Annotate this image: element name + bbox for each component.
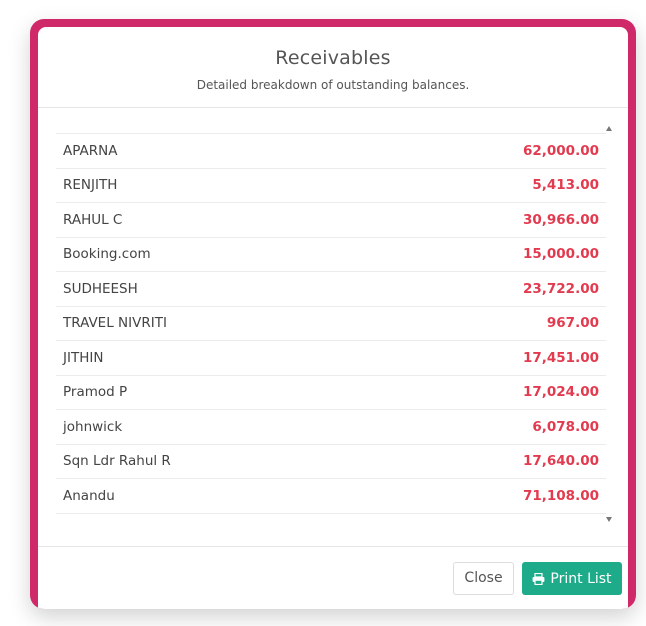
receivables-list: APARNA 62,000.00 RENJITH 5,413.00 RAHUL … bbox=[56, 133, 606, 514]
list-item: johnwick 6,078.00 bbox=[56, 410, 606, 445]
list-item: Sqn Ldr Rahul R 17,640.00 bbox=[56, 445, 606, 479]
customer-name: JITHIN bbox=[63, 349, 104, 366]
list-item: RENJITH 5,413.00 bbox=[56, 169, 606, 203]
receivables-list-scroll[interactable]: APARNA 62,000.00 RENJITH 5,413.00 RAHUL … bbox=[56, 126, 616, 546]
outstanding-amount: 5,413.00 bbox=[532, 177, 599, 194]
print-list-label: Print List bbox=[550, 570, 612, 587]
modal-title: Receivables bbox=[275, 47, 391, 69]
list-item: Pramod P 17,024.00 bbox=[56, 376, 606, 410]
modal-frame: Receivables Detailed breakdown of outsta… bbox=[30, 19, 636, 609]
scroll-up-arrow-icon[interactable] bbox=[606, 126, 612, 131]
outstanding-amount: 17,451.00 bbox=[522, 349, 599, 366]
customer-name: Pramod P bbox=[63, 384, 128, 401]
list-item: JITHIN 17,451.00 bbox=[56, 341, 606, 376]
outstanding-amount: 6,078.00 bbox=[532, 418, 599, 435]
outstanding-amount: 17,024.00 bbox=[522, 384, 599, 401]
print-list-button[interactable]: Print List bbox=[522, 562, 622, 595]
modal-header: Receivables Detailed breakdown of outsta… bbox=[38, 27, 628, 108]
list-item: SUDHEESH 23,722.00 bbox=[56, 272, 606, 307]
close-button[interactable]: Close bbox=[453, 562, 514, 595]
outstanding-amount: 62,000.00 bbox=[522, 142, 599, 159]
customer-name: APARNA bbox=[63, 142, 118, 159]
customer-name: SUDHEESH bbox=[63, 280, 138, 297]
customer-name: RAHUL C bbox=[63, 211, 123, 228]
outstanding-amount: 23,722.00 bbox=[522, 280, 599, 297]
scroll-down-arrow-icon[interactable] bbox=[606, 517, 612, 522]
outstanding-amount: 71,108.00 bbox=[522, 487, 599, 504]
outstanding-amount: 30,966.00 bbox=[522, 211, 599, 228]
list-item: RAHUL C 30,966.00 bbox=[56, 203, 606, 238]
outstanding-amount: 17,640.00 bbox=[522, 453, 599, 470]
customer-name: RENJITH bbox=[63, 177, 118, 194]
customer-name: Anandu bbox=[63, 487, 115, 504]
modal-subtitle: Detailed breakdown of outstanding balanc… bbox=[196, 78, 470, 92]
list-item: Anandu 71,108.00 bbox=[56, 479, 606, 514]
modal-footer: Close Print List bbox=[38, 546, 628, 609]
list-item: TRAVEL NIVRITI 967.00 bbox=[56, 307, 606, 341]
list-item: Booking.com 15,000.00 bbox=[56, 238, 606, 272]
customer-name: TRAVEL NIVRITI bbox=[63, 315, 167, 332]
print-icon bbox=[532, 572, 545, 585]
outstanding-amount: 15,000.00 bbox=[522, 246, 599, 263]
customer-name: johnwick bbox=[63, 418, 123, 435]
outstanding-amount: 967.00 bbox=[546, 315, 599, 332]
customer-name: Sqn Ldr Rahul R bbox=[63, 453, 171, 470]
receivables-modal: Receivables Detailed breakdown of outsta… bbox=[38, 27, 628, 609]
customer-name: Booking.com bbox=[63, 246, 151, 263]
list-item: APARNA 62,000.00 bbox=[56, 134, 606, 169]
